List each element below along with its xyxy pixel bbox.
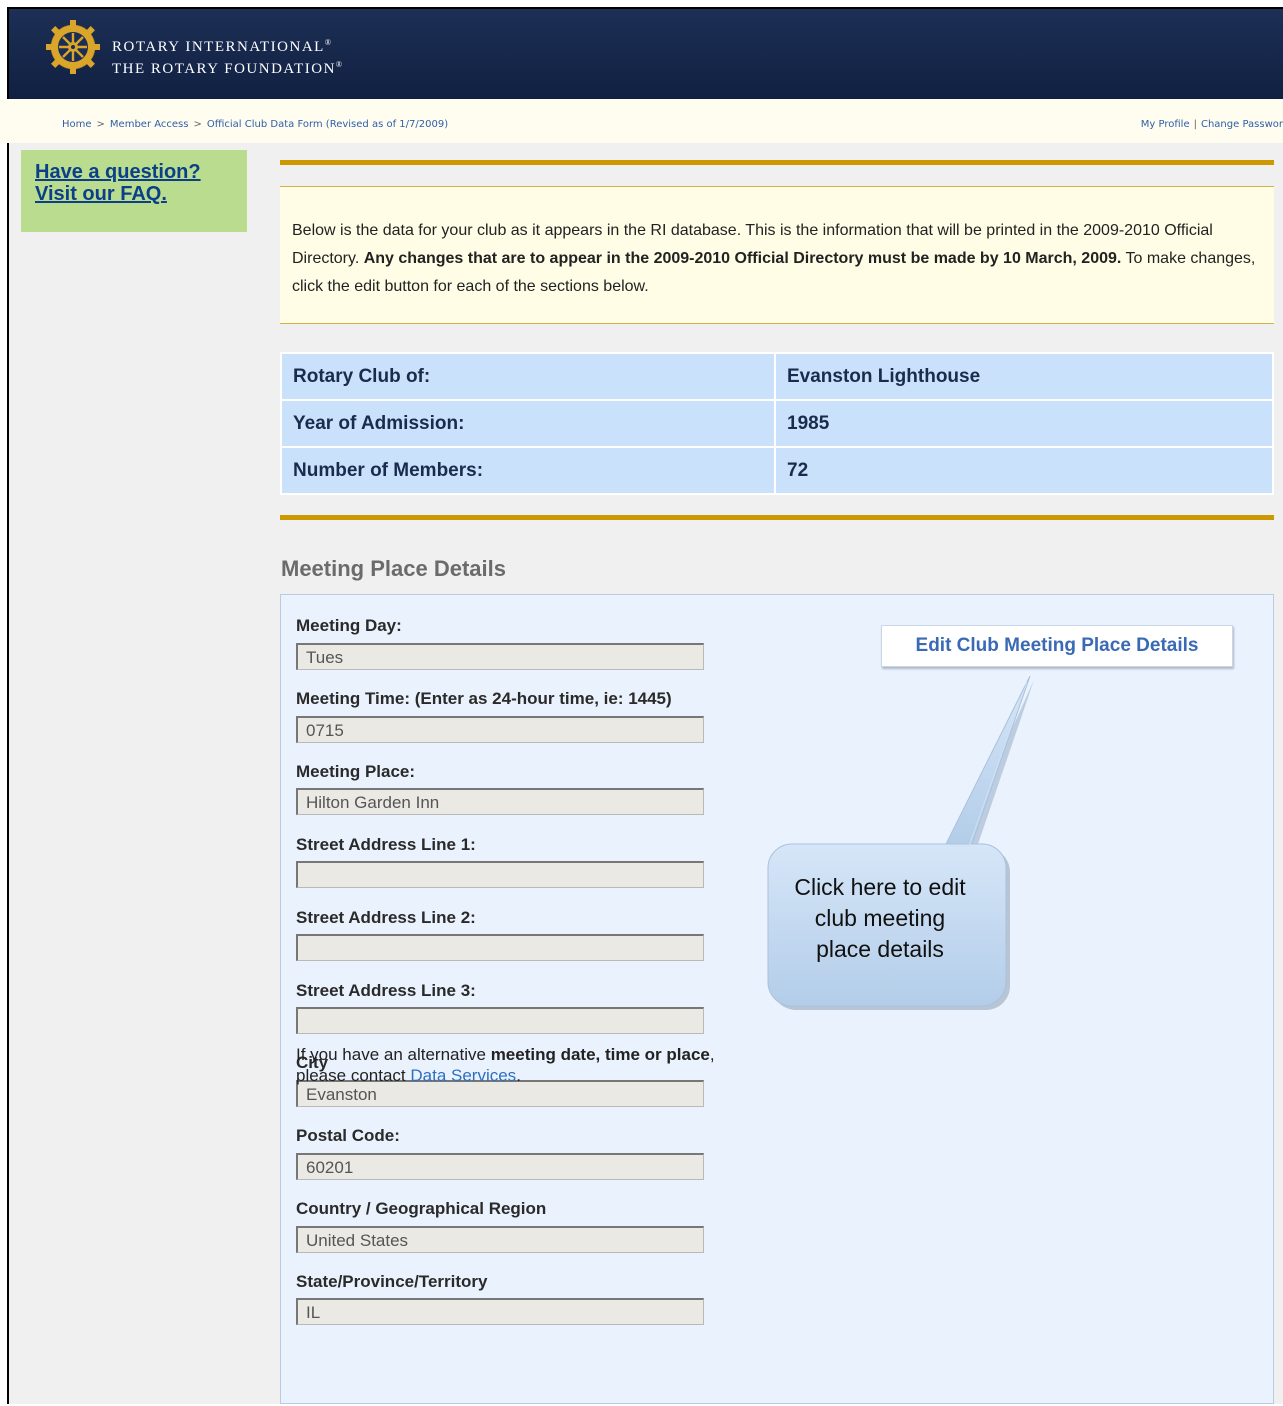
- table-row: Number of Members: 72: [280, 446, 1274, 495]
- breadcrumb-current-page[interactable]: Official Club Data Form (Revised as of 1…: [207, 119, 448, 130]
- country-field[interactable]: [296, 1226, 704, 1253]
- faq-link-visit[interactable]: Visit our FAQ.: [35, 183, 247, 205]
- meeting-place-label: Meeting Place:: [296, 762, 416, 781]
- faq-box: Have a question? Visit our FAQ.: [21, 150, 247, 232]
- rotary-wheel-logo[interactable]: [44, 18, 102, 76]
- gold-divider: [280, 160, 1274, 165]
- state-field[interactable]: [296, 1298, 704, 1325]
- meeting-time-label: Meeting Time: (Enter as 24-hour time, ie…: [296, 689, 672, 708]
- admission-year-label: Year of Admission:: [280, 399, 776, 448]
- change-password-link[interactable]: Change Passwor: [1201, 119, 1283, 130]
- brand-title: ROTARY INTERNATIONAL® THE ROTARY FOUNDAT…: [112, 38, 344, 77]
- faq-link-question[interactable]: Have a question?: [35, 161, 247, 183]
- data-services-link[interactable]: Data Services: [410, 1066, 516, 1085]
- street-line-2-field[interactable]: [296, 934, 704, 961]
- street-line-1-field[interactable]: [296, 861, 704, 888]
- country-label: Country / Geographical Region: [296, 1199, 547, 1218]
- club-name-label: Rotary Club of:: [280, 352, 776, 401]
- member-count-label: Number of Members:: [280, 446, 776, 495]
- member-count-value: 72: [774, 446, 1274, 495]
- intro-notice: Below is the data for your club as it ap…: [280, 186, 1274, 324]
- postal-code-label: Postal Code:: [296, 1126, 400, 1145]
- table-row: Rotary Club of: Evanston Lighthouse: [280, 352, 1274, 401]
- meeting-day-field[interactable]: [296, 643, 704, 670]
- meeting-day-label: Meeting Day:: [296, 616, 402, 635]
- breadcrumb-home[interactable]: Home: [62, 119, 92, 130]
- alternative-meeting-note: If you have an alternative meeting date,…: [296, 1045, 715, 1085]
- callout-text: Click here to edit club meeting place de…: [794, 874, 966, 962]
- club-summary-table: Rotary Club of: Evanston Lighthouse Year…: [280, 352, 1274, 495]
- club-name-value: Evanston Lighthouse: [774, 352, 1274, 401]
- gold-divider: [280, 515, 1274, 520]
- my-profile-link[interactable]: My Profile: [1141, 119, 1190, 130]
- deadline-notice: Any changes that are to appear in the 20…: [363, 250, 1122, 267]
- callout-bubble: [767, 675, 1034, 1010]
- brand-line-2: THE ROTARY FOUNDATION: [112, 61, 336, 77]
- table-row: Year of Admission: 1985: [280, 399, 1274, 448]
- state-label: State/Province/Territory: [296, 1272, 488, 1291]
- street-line-3-label: Street Address Line 3:: [296, 981, 476, 1000]
- street-line-3-field[interactable]: [296, 1007, 704, 1034]
- breadcrumb: Home > Member Access > Official Club Data Fo…: [62, 119, 449, 130]
- meeting-place-field[interactable]: [296, 788, 704, 815]
- breadcrumb-member-access[interactable]: Member Access: [110, 119, 189, 130]
- postal-code-field[interactable]: [296, 1153, 704, 1180]
- admission-year-value: 1985: [774, 399, 1274, 448]
- street-line-1-label: Street Address Line 1:: [296, 835, 476, 854]
- meeting-time-field[interactable]: [296, 716, 704, 743]
- brand-line-1: ROTARY INTERNATIONAL: [112, 39, 325, 55]
- account-links: My Profile | Change Passwor: [1140, 119, 1283, 130]
- street-line-2-label: Street Address Line 2:: [296, 908, 476, 927]
- section-title: Meeting Place Details: [281, 556, 506, 581]
